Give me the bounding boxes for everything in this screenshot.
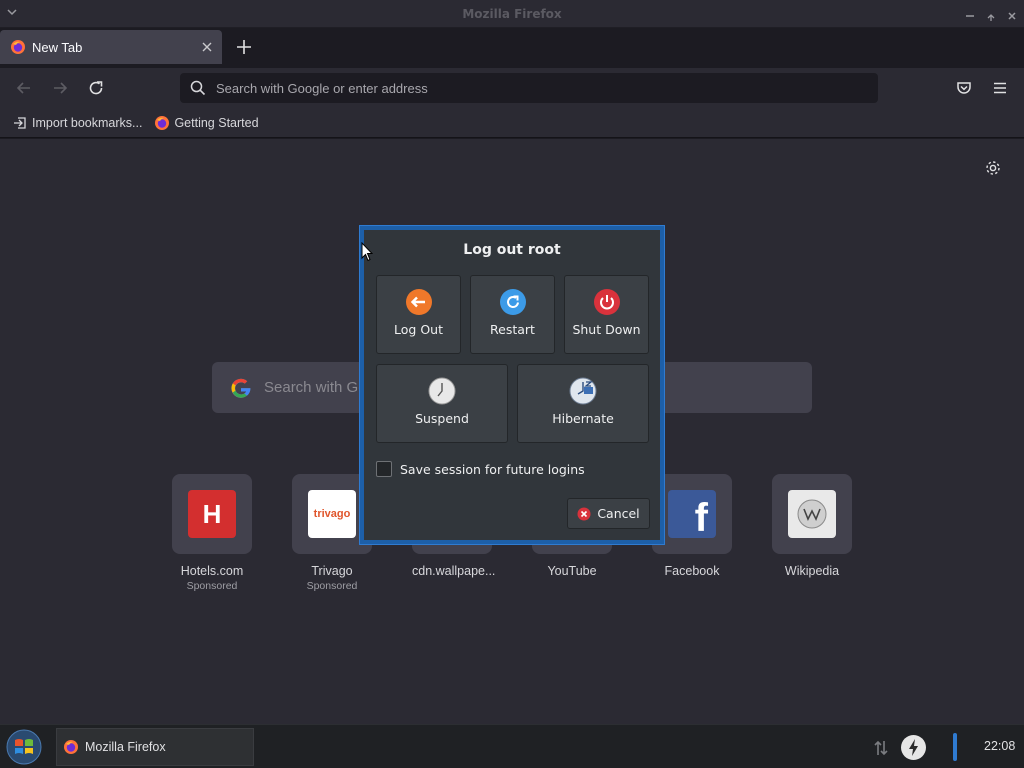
minimize-icon[interactable]	[964, 7, 976, 19]
window-titlebar: Mozilla Firefox	[0, 0, 1024, 28]
button-label: Log Out	[394, 322, 443, 337]
button-label: Shut Down	[572, 322, 641, 337]
power-management-icon[interactable]	[900, 734, 927, 761]
tile-box: f	[652, 474, 732, 554]
hibernate-button[interactable]: Hibernate	[517, 364, 649, 443]
firefox-icon	[155, 115, 170, 130]
maximize-icon[interactable]	[985, 7, 997, 21]
facebook-logo-icon: f	[668, 490, 716, 538]
back-arrow-icon[interactable]	[14, 78, 34, 98]
tile-name: Hotels.com	[180, 564, 244, 578]
search-icon	[190, 80, 206, 96]
workspace-indicator[interactable]	[953, 733, 957, 761]
sleep-actions-row: Suspend Hibernate	[376, 364, 649, 443]
task-label: Mozilla Firefox	[85, 740, 166, 754]
pocket-icon[interactable]	[954, 78, 974, 98]
tile-name: Facebook	[664, 564, 720, 578]
close-tab-icon[interactable]	[200, 40, 214, 54]
bookmarks-toolbar: Import bookmarks... Getting Started	[0, 108, 1024, 138]
address-bar-placeholder: Search with Google or enter address	[216, 80, 428, 96]
window-title: Mozilla Firefox	[462, 6, 562, 21]
power-icon	[593, 289, 620, 315]
bookmark-getting-started[interactable]: Getting Started	[154, 115, 259, 131]
tile-name: Wikipedia	[784, 564, 840, 578]
shut-down-button[interactable]: Shut Down	[564, 275, 649, 354]
hibernate-icon	[569, 377, 597, 405]
chevron-down-icon[interactable]	[6, 6, 18, 18]
restart-button[interactable]: Restart	[470, 275, 555, 354]
top-site-tile[interactable]: Wikipedia	[772, 474, 852, 592]
save-session-label[interactable]: Save session for future logins	[400, 462, 585, 477]
top-site-tile[interactable]: H Hotels.com Sponsored	[172, 474, 252, 592]
tile-name: cdn.wallpape...	[412, 564, 496, 578]
start-menu-icon[interactable]	[4, 728, 44, 766]
network-icon[interactable]	[872, 739, 890, 757]
window-controls	[964, 7, 1018, 21]
gear-icon[interactable]	[984, 159, 1002, 177]
wikipedia-logo-icon	[788, 490, 836, 538]
hamburger-menu-icon[interactable]	[990, 78, 1010, 98]
address-bar[interactable]: Search with Google or enter address	[180, 73, 878, 103]
tile-box: H	[172, 474, 252, 554]
firefox-icon	[64, 740, 78, 754]
logout-dialog: Log out root Log Out Restart Shut Down S…	[360, 226, 664, 544]
save-session-row: Save session for future logins	[376, 461, 585, 477]
bookmark-import[interactable]: Import bookmarks...	[12, 115, 142, 131]
google-logo-icon	[231, 378, 251, 398]
tab-new-tab[interactable]: New Tab	[0, 30, 222, 64]
button-label: Restart	[490, 322, 535, 337]
tab-label: New Tab	[32, 39, 83, 55]
hotels-logo-icon: H	[188, 490, 236, 538]
button-label: Suspend	[415, 411, 469, 426]
clock-icon	[428, 377, 456, 405]
log-out-button[interactable]: Log Out	[376, 275, 461, 354]
taskbar: Mozilla Firefox 22:08	[0, 724, 1024, 768]
mouse-cursor-icon	[361, 242, 373, 262]
trivago-logo-icon: trivago	[308, 490, 356, 538]
cancel-button[interactable]: Cancel	[567, 498, 650, 529]
cancel-icon	[577, 507, 591, 520]
reload-icon[interactable]	[86, 78, 106, 98]
dialog-title: Log out root	[463, 242, 561, 258]
power-actions-row: Log Out Restart Shut Down	[376, 275, 649, 354]
forward-arrow-icon[interactable]	[50, 78, 70, 98]
save-session-checkbox[interactable]	[376, 461, 392, 477]
tile-sponsor: Sponsored	[186, 580, 238, 592]
firefox-icon	[11, 40, 25, 54]
button-label: Cancel	[597, 506, 640, 521]
restart-icon	[499, 289, 526, 315]
new-tab-plus-icon[interactable]	[234, 37, 254, 57]
bookmark-label: Getting Started	[174, 115, 259, 130]
top-site-tile[interactable]: f Facebook	[652, 474, 732, 592]
tile-name: YouTube	[547, 564, 597, 578]
suspend-button[interactable]: Suspend	[376, 364, 508, 443]
tab-bar: New Tab	[0, 28, 1024, 68]
taskbar-firefox[interactable]: Mozilla Firefox	[56, 728, 254, 766]
logout-icon	[405, 289, 432, 315]
button-label: Hibernate	[552, 411, 614, 426]
clock[interactable]: 22:08	[984, 739, 1015, 753]
import-icon	[14, 116, 26, 129]
close-icon[interactable]	[1006, 7, 1018, 20]
tile-box	[772, 474, 852, 554]
tile-name: Trivago	[311, 564, 353, 578]
navigation-toolbar: Search with Google or enter address	[0, 68, 1024, 108]
tile-sponsor: Sponsored	[306, 580, 358, 592]
bookmark-label: Import bookmarks...	[32, 115, 143, 130]
